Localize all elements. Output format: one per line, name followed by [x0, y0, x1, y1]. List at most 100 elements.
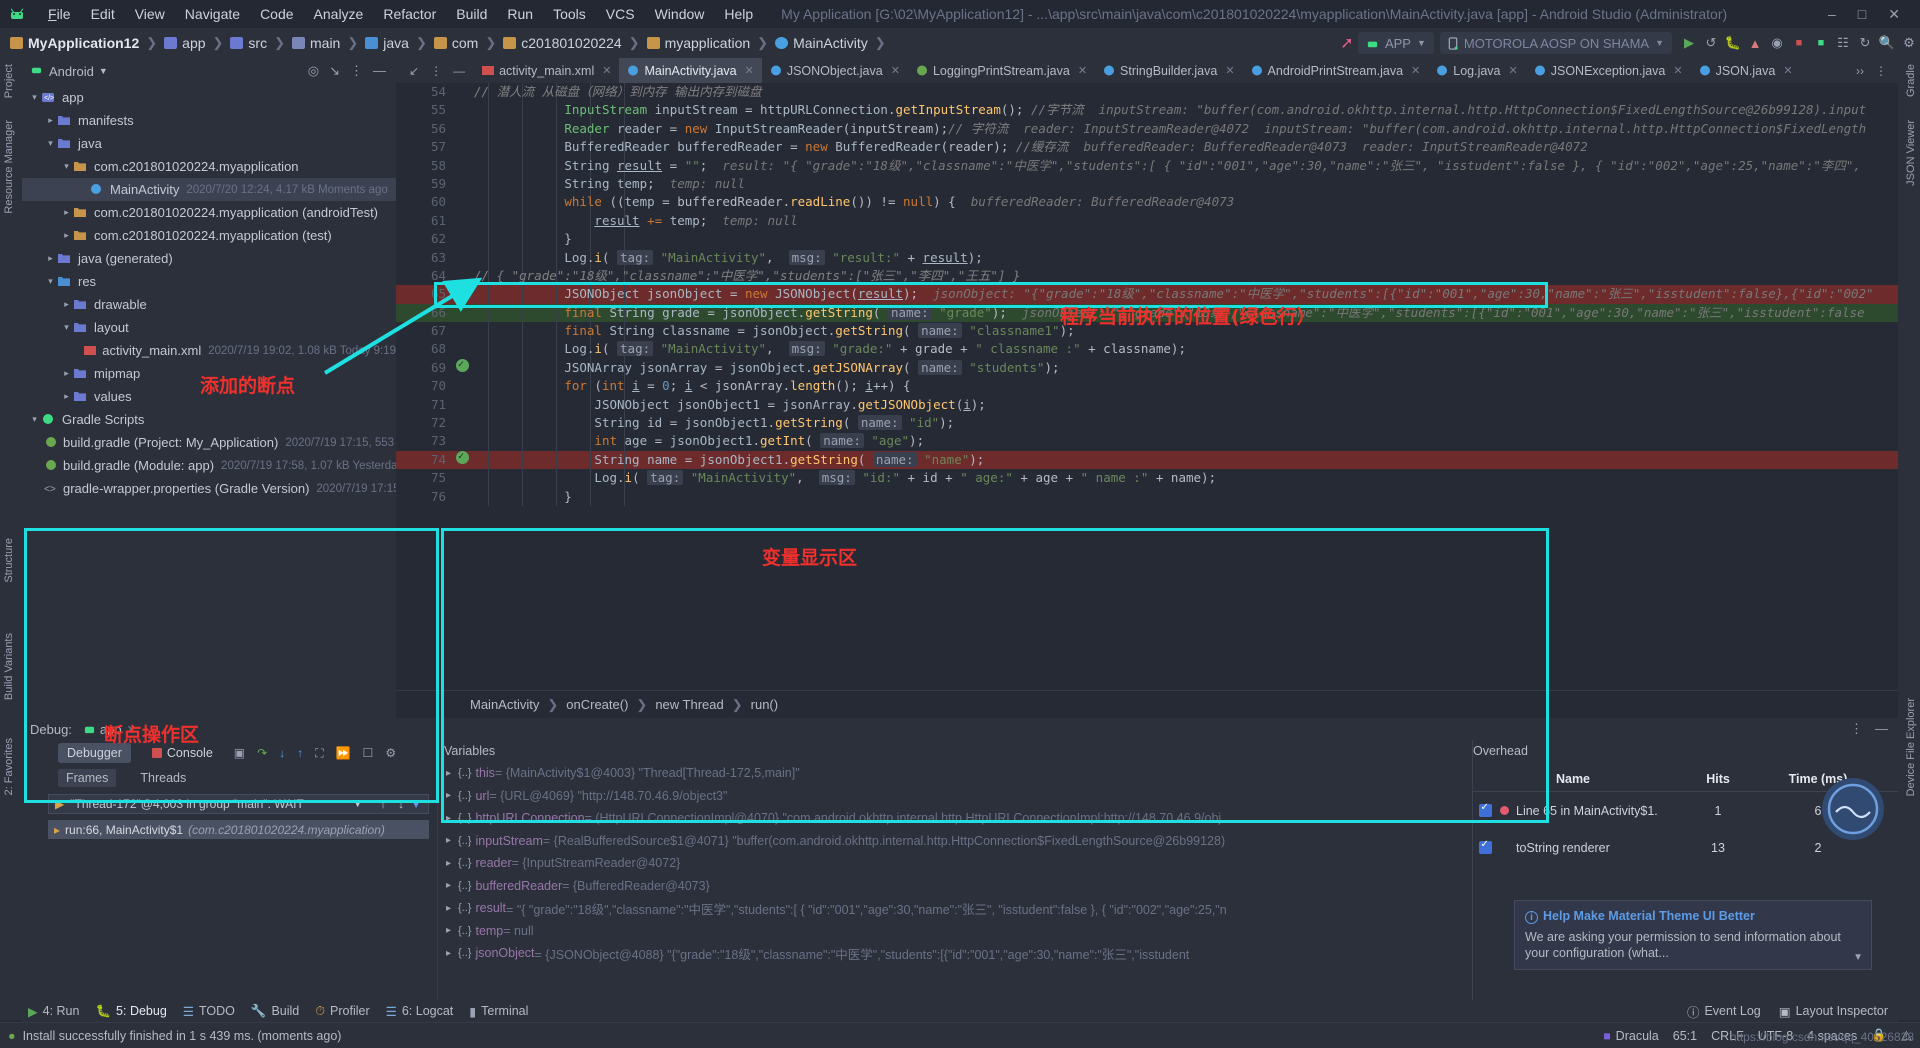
tree-expand-arrow[interactable]: ▾	[44, 276, 57, 287]
variables-list[interactable]: ▸ {..} this = {MainActivity$1@4003} "Thread…	[438, 762, 1468, 1000]
menu-item-edit[interactable]: Edit	[81, 6, 125, 22]
gutter-marker[interactable]	[454, 120, 470, 138]
layout-settings-icon[interactable]: ▣	[234, 746, 245, 760]
tree-expand-arrow[interactable]: ▾	[60, 161, 73, 172]
search-icon[interactable]: 🔍	[1876, 32, 1898, 54]
chevron-down-icon[interactable]: ▼	[99, 66, 108, 76]
expand-arrow-icon[interactable]: ▸	[446, 880, 458, 891]
more-icon[interactable]: ⋮	[430, 64, 442, 78]
expand-arrow-icon[interactable]: ▸	[446, 790, 458, 801]
sync-gradle-icon[interactable]: ↻	[1854, 32, 1876, 54]
close-button[interactable]: ✕	[1888, 6, 1900, 23]
tool-build[interactable]: 🔧 Build	[251, 1004, 299, 1019]
tab-frames[interactable]: Frames	[58, 769, 117, 787]
force-step-icon[interactable]: ⛶	[315, 746, 323, 761]
gutter-marker[interactable]	[454, 469, 470, 487]
tree-item-com-c201801020224-myapplication-androidt[interactable]: ▸ com.c201801020224.myapplication (androi…	[22, 201, 396, 224]
code-line-56[interactable]: 56 Reader reader = new InputStreamReader…	[396, 119, 1898, 139]
menu-item-file[interactable]: File	[38, 6, 81, 22]
code-line-73[interactable]: 73 int age = jsonObject1.getInt( name: "…	[396, 432, 1898, 451]
tree-expand-arrow[interactable]: ▾	[28, 414, 41, 425]
tree-item-build-gradle-project-my-application-[interactable]: build.gradle (Project: My_Application) 20…	[22, 431, 405, 454]
avd-manager-icon[interactable]: ■	[1810, 32, 1832, 54]
expand-arrow-icon[interactable]: ▸	[446, 768, 458, 779]
tree-item-gradle-scripts[interactable]: ▾ Gradle Scripts	[22, 408, 396, 431]
step-over-icon[interactable]: ↷	[257, 746, 267, 760]
filter-icon[interactable]: ▼	[410, 797, 422, 811]
expand-arrow-icon[interactable]: ▸	[446, 925, 458, 936]
tree-expand-arrow[interactable]: ▾	[60, 322, 73, 333]
target-icon[interactable]: ◎	[308, 63, 319, 79]
debug-icon[interactable]: 🐛	[1722, 32, 1744, 54]
rail-resource-manager[interactable]: Resource Manager	[3, 120, 15, 214]
code-line-74[interactable]: 74 String name = jsonObject1.getString( …	[396, 448, 1898, 470]
breadcrumb-item-2[interactable]: src	[248, 35, 267, 51]
breadcrumb-item-1[interactable]: app	[182, 35, 205, 51]
code-line-63[interactable]: 63 Log.i( tag: "MainActivity", msg: "res…	[396, 248, 1898, 267]
menu-item-window[interactable]: Window	[645, 6, 715, 22]
menu-item-help[interactable]: Help	[714, 6, 763, 22]
overhead-checkbox[interactable]	[1479, 802, 1492, 817]
variable-row-inputStream[interactable]: ▸ {..} inputStream = {RealBufferedSource$1@…	[438, 830, 1468, 853]
theme-indicator[interactable]: ■ Dracula	[1603, 1029, 1659, 1043]
tree-item-com-c201801020224-myapplication-test-[interactable]: ▸ com.c201801020224.myapplication (test)	[22, 224, 396, 247]
variable-row-result[interactable]: ▸ {..} result = "{ "grade":"18级","classname…	[438, 897, 1468, 920]
tree-item-gradle-wrapper-properties-gradle-version[interactable]: <> gradle-wrapper.properties (Gradle Vers…	[22, 477, 436, 500]
device-selector[interactable]: MOTOROLA AOSP ON SHAMA ▼	[1439, 32, 1672, 54]
editor-breadcrumb-3[interactable]: run()	[751, 697, 778, 712]
tree-expand-arrow[interactable]: ▸	[60, 368, 73, 379]
expand-arrow-icon[interactable]: ▸	[446, 858, 458, 869]
rail-structure[interactable]: Structure	[3, 538, 15, 583]
maximize-button[interactable]: □	[1858, 6, 1866, 22]
variable-row-this[interactable]: ▸ {..} this = {MainActivity$1@4003} "Thread…	[438, 762, 1468, 785]
editor-breadcrumb-2[interactable]: new Thread	[655, 697, 723, 712]
gutter-marker[interactable]	[454, 322, 470, 340]
move-down-icon[interactable]: ↓	[398, 797, 404, 811]
code-line-69[interactable]: 69 JSONArray jsonArray = jsonObject.getJ…	[396, 356, 1898, 378]
gutter-marker[interactable]	[454, 377, 470, 395]
rail-gradle[interactable]: Gradle	[1905, 64, 1917, 97]
breadcrumb-item-8[interactable]: MainActivity	[793, 35, 868, 51]
code-editor[interactable]: 54 // 潜人流 从磁盘（网络）到内存 输出内存到磁盘 55 InputStrea…	[396, 83, 1898, 690]
tree-expand-arrow[interactable]: ▸	[44, 115, 57, 126]
close-icon[interactable]: ✕	[891, 64, 900, 77]
expand-arrow-icon[interactable]: ▸	[446, 813, 458, 824]
breadcrumb-item-5[interactable]: com	[452, 35, 478, 51]
tool-event-log[interactable]: ⓘ Event Log	[1687, 1002, 1761, 1021]
profiler-icon[interactable]: ▲	[1744, 32, 1766, 54]
attach-debugger-icon[interactable]: ◉	[1766, 32, 1788, 54]
menu-item-build[interactable]: Build	[446, 6, 497, 22]
tree-expand-arrow[interactable]: ▸	[60, 207, 73, 218]
project-view-selector[interactable]: Android	[49, 64, 94, 79]
stop-icon[interactable]: ■	[1788, 32, 1810, 54]
tree-item-drawable[interactable]: ▸ drawable	[22, 293, 396, 316]
menu-item-code[interactable]: Code	[250, 6, 303, 22]
rail-device-file-explorer[interactable]: Device File Explorer	[1905, 698, 1917, 796]
editor-tab-jsonobject-java[interactable]: JSONObject.java ✕	[762, 58, 908, 83]
hide-panel-icon[interactable]: —	[453, 64, 465, 78]
gutter-marker[interactable]	[454, 193, 470, 211]
breadcrumb-item-4[interactable]: java	[383, 35, 409, 51]
code-line-54[interactable]: 54 // 潜人流 从磁盘（网络）到内存 输出内存到磁盘	[396, 83, 1898, 102]
breadcrumb-item-6[interactable]: c201801020224	[521, 35, 621, 51]
variable-row-jsonObject[interactable]: ▸ {..} jsonObject = {JSONObject@4088} "{"gr…	[438, 942, 1468, 965]
stack-frame-row[interactable]: ▸ run:66, MainActivity$1 (com.c201801020…	[48, 820, 429, 839]
rail-json-viewer[interactable]: JSON Viewer	[1905, 120, 1917, 186]
tool-terminal[interactable]: ▮ Terminal	[469, 1004, 528, 1019]
editor-tab-loggingprintstream-java[interactable]: LoggingPrintStream.java ✕	[908, 58, 1095, 83]
gutter-marker[interactable]	[454, 230, 470, 248]
code-line-71[interactable]: 71 JSONObject jsonObject1 = jsonArray.ge…	[396, 395, 1898, 415]
variable-row-url[interactable]: ▸ {..} url = {URL@4069} "http://148.70.46.9…	[438, 785, 1468, 808]
gutter-marker[interactable]	[454, 448, 470, 469]
gutter-marker[interactable]	[454, 212, 470, 230]
tree-expand-arrow[interactable]: ▸	[60, 230, 73, 241]
gutter-marker[interactable]	[454, 396, 470, 414]
breadcrumb-item-3[interactable]: main	[310, 35, 340, 51]
tree-expand-arrow[interactable]: ▸	[44, 253, 57, 264]
tool-layout-inspector[interactable]: ▣ Layout Inspector	[1779, 1004, 1888, 1019]
overhead-checkbox[interactable]	[1479, 839, 1492, 854]
tree-expand-arrow[interactable]: ▸	[60, 299, 73, 310]
chevron-down-icon[interactable]: ▼	[1853, 952, 1863, 963]
close-icon[interactable]: ✕	[1783, 64, 1792, 77]
gutter-marker[interactable]	[454, 83, 470, 101]
